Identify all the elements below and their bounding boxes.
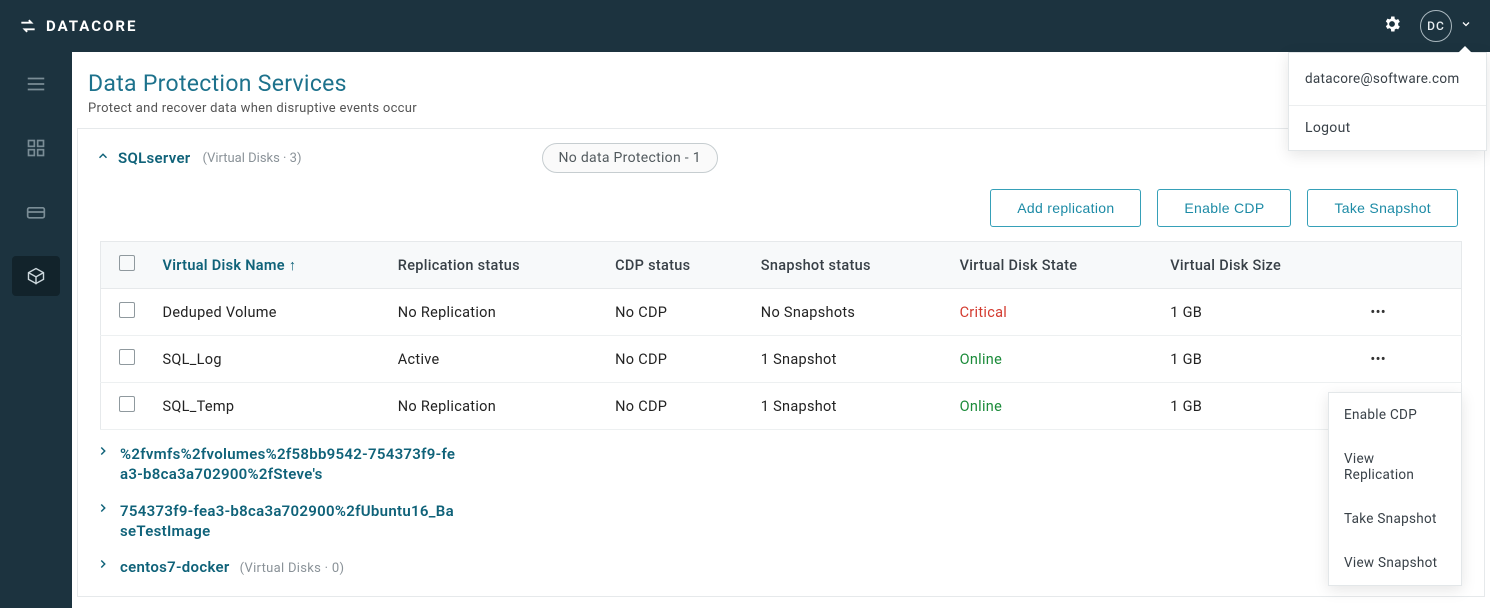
collapsed-group[interactable]: %2fvmfs%2fvolumes%2f58bb9542-754373f9-fe… — [78, 430, 1484, 487]
cell-state: Online — [950, 383, 1161, 430]
brand-logo[interactable]: DATACORE — [18, 16, 137, 36]
table-row[interactable]: SQL_TempNo ReplicationNo CDP1 SnapshotOn… — [101, 383, 1462, 430]
cell-cdp: No CDP — [605, 336, 751, 383]
topbar: DATACORE DC — [0, 0, 1490, 52]
cell-name: Deduped Volume — [153, 289, 388, 336]
row-checkbox[interactable] — [119, 302, 135, 318]
sidebar-dashboard[interactable] — [12, 128, 60, 168]
group-meta: (Virtual Disks · 0) — [240, 561, 345, 576]
ctx-view-replication[interactable]: View Replication — [1329, 437, 1461, 497]
col-name[interactable]: Virtual Disk Name ↑ — [153, 242, 388, 289]
topbar-right: DC — [1382, 10, 1472, 42]
row-context-menu: Enable CDP View Replication Take Snapsho… — [1328, 392, 1462, 586]
sidebar-storage[interactable] — [12, 192, 60, 232]
disk-table: Virtual Disk Name ↑ Replication status C… — [100, 241, 1462, 430]
user-dropdown: datacore@software.com Logout — [1288, 52, 1487, 151]
gear-icon[interactable] — [1382, 14, 1402, 38]
cell-snapshot: No Snapshots — [751, 289, 950, 336]
cell-snapshot: 1 Snapshot — [751, 336, 950, 383]
page-header: Data Protection Services Protect and rec… — [72, 52, 1490, 128]
collapsed-group[interactable]: 754373f9-fea3-b8ca3a702900%2fUbuntu16_Ba… — [78, 487, 1484, 544]
row-actions-icon[interactable]: ••• — [1360, 336, 1461, 383]
select-all-checkbox[interactable] — [119, 255, 135, 271]
sidebar-menu[interactable] — [12, 64, 60, 104]
collapse-icon[interactable] — [96, 149, 110, 167]
add-replication-button[interactable]: Add replication — [990, 189, 1141, 227]
cell-name: SQL_Log — [153, 336, 388, 383]
enable-cdp-button[interactable]: Enable CDP — [1157, 189, 1291, 227]
col-actions — [1360, 242, 1461, 289]
select-all-cell — [101, 242, 153, 289]
collapsed-group[interactable]: centos7-docker (Virtual Disks · 0) — [78, 543, 1484, 596]
group-card: SQLserver (Virtual Disks · 3) No data Pr… — [77, 128, 1485, 597]
expand-icon[interactable] — [96, 444, 110, 462]
sidebar — [0, 52, 72, 608]
group-name: centos7-docker (Virtual Disks · 0) — [120, 557, 344, 578]
col-snapshot[interactable]: Snapshot status — [751, 242, 950, 289]
table-row[interactable]: Deduped VolumeNo ReplicationNo CDPNo Sna… — [101, 289, 1462, 336]
expand-icon[interactable] — [96, 557, 110, 575]
page-title: Data Protection Services — [88, 70, 1474, 97]
table-header-row: Virtual Disk Name ↑ Replication status C… — [101, 242, 1462, 289]
sidebar-data-protection[interactable] — [12, 256, 60, 296]
group-header: SQLserver (Virtual Disks · 3) No data Pr… — [78, 129, 1484, 181]
cell-snapshot: 1 Snapshot — [751, 383, 950, 430]
col-replication[interactable]: Replication status — [388, 242, 605, 289]
col-state[interactable]: Virtual Disk State — [950, 242, 1161, 289]
user-email: datacore@software.com — [1289, 53, 1486, 106]
main-content: Data Protection Services Protect and rec… — [72, 52, 1490, 608]
group-name[interactable]: SQLserver — [118, 149, 191, 167]
cell-replication: No Replication — [388, 383, 605, 430]
group-meta: (Virtual Disks · 3) — [203, 151, 302, 166]
ctx-enable-cdp[interactable]: Enable CDP — [1329, 393, 1461, 437]
logout-button[interactable]: Logout — [1289, 106, 1486, 150]
action-bar: Add replication Enable CDP Take Snapshot — [78, 181, 1476, 241]
table-row[interactable]: SQL_LogActiveNo CDP1 SnapshotOnline1 GB•… — [101, 336, 1462, 383]
cell-replication: No Replication — [388, 289, 605, 336]
cell-size: 1 GB — [1160, 289, 1360, 336]
cell-cdp: No CDP — [605, 289, 751, 336]
cell-state: Critical — [950, 289, 1161, 336]
chevron-down-icon — [1460, 18, 1472, 34]
sort-asc-icon: ↑ — [289, 257, 297, 274]
cell-replication: Active — [388, 336, 605, 383]
group-name: 754373f9-fea3-b8ca3a702900%2fUbuntu16_Ba… — [120, 501, 460, 542]
row-checkbox[interactable] — [119, 349, 135, 365]
expand-icon[interactable] — [96, 501, 110, 519]
menu-pointer — [1458, 46, 1472, 53]
avatar: DC — [1420, 10, 1452, 42]
group-name: %2fvmfs%2fvolumes%2f58bb9542-754373f9-fe… — [120, 444, 460, 485]
page-subtitle: Protect and recover data when disruptive… — [88, 101, 1474, 116]
ctx-view-snapshot[interactable]: View Snapshot — [1329, 541, 1461, 585]
brand-text: DATACORE — [46, 17, 137, 35]
user-menu-trigger[interactable]: DC — [1420, 10, 1472, 42]
row-actions-icon[interactable]: ••• — [1360, 289, 1461, 336]
cell-size: 1 GB — [1160, 336, 1360, 383]
cell-cdp: No CDP — [605, 383, 751, 430]
col-cdp[interactable]: CDP status — [605, 242, 751, 289]
avatar-initials: DC — [1427, 19, 1445, 33]
row-checkbox[interactable] — [119, 396, 135, 412]
col-size[interactable]: Virtual Disk Size — [1160, 242, 1360, 289]
ctx-take-snapshot[interactable]: Take Snapshot — [1329, 497, 1461, 541]
take-snapshot-button[interactable]: Take Snapshot — [1307, 189, 1458, 227]
cell-name: SQL_Temp — [153, 383, 388, 430]
brand-arrows-icon — [18, 16, 38, 36]
cell-state: Online — [950, 336, 1161, 383]
protection-pill: No data Protection - 1 — [542, 143, 718, 173]
